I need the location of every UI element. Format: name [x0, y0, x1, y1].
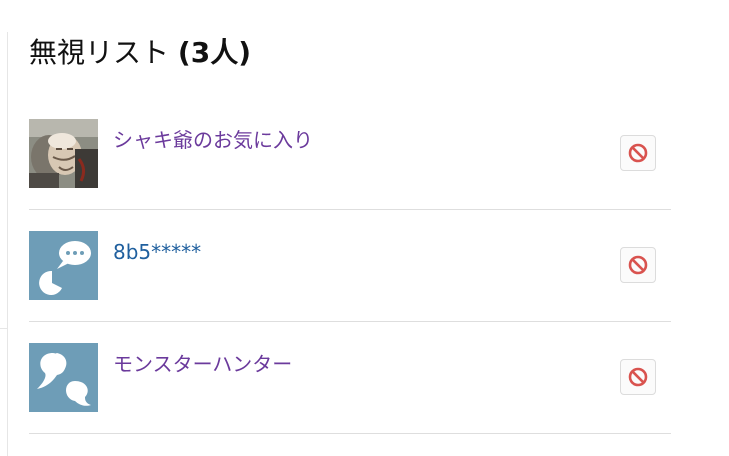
unblock-button[interactable] [620, 247, 656, 283]
block-icon [628, 367, 648, 387]
block-icon [628, 143, 648, 163]
ignore-list-page: 無視リスト (3人) シャキ爺のお気に入り 8b5***** モンスターハンター [0, 0, 729, 456]
page-title-text: 無視リスト [29, 36, 170, 69]
list-item: シャキ爺のお気に入り [29, 98, 671, 210]
avatar[interactable] [29, 343, 98, 412]
speech-bubble-icon [29, 231, 98, 300]
username-link[interactable]: モンスターハンター [113, 351, 292, 377]
unblock-button[interactable] [620, 135, 656, 171]
list-item: 8b5***** [29, 210, 671, 322]
sidebar-divider [7, 32, 8, 456]
username-link[interactable]: 8b5***** [113, 239, 201, 265]
avatar[interactable] [29, 119, 98, 188]
username-link[interactable]: シャキ爺のお気に入り [113, 127, 313, 153]
sidebar-divider-tick [0, 328, 8, 329]
speech-bubbles-icon [29, 343, 98, 412]
ignored-user-count: (3人) [177, 36, 251, 69]
unblock-button[interactable] [620, 359, 656, 395]
avatar-photo-icon [29, 119, 98, 188]
avatar[interactable] [29, 231, 98, 300]
list-item: モンスターハンター [29, 322, 671, 434]
page-title: 無視リスト (3人) [29, 34, 251, 72]
ignore-list: シャキ爺のお気に入り 8b5***** モンスターハンター [29, 98, 671, 434]
block-icon [628, 255, 648, 275]
